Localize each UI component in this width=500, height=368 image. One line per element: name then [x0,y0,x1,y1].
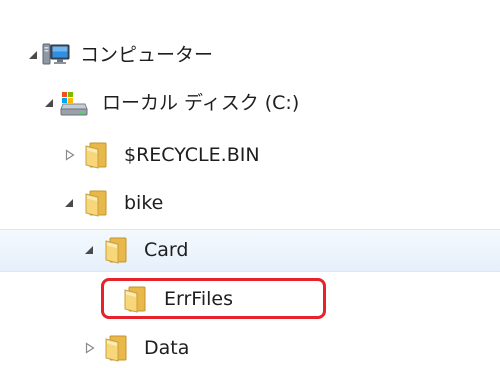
expand-arrow-icon[interactable] [64,149,76,161]
folder-icon [102,236,130,264]
folder-icon [82,189,110,217]
tree-item-label: Data [144,337,190,359]
collapse-arrow-icon[interactable] [28,49,40,61]
tree-item-label: Card [144,239,189,261]
expand-arrow-icon[interactable] [84,342,96,354]
drive-icon [60,89,88,117]
tree-item-data[interactable]: Data [0,328,500,368]
tree-item-errfiles[interactable]: ErrFiles [0,279,500,319]
tree-item-computer[interactable]: コンピューター [0,35,500,75]
tree-item-label: $RECYCLE.BIN [124,144,260,166]
folder-icon [82,141,110,169]
tree-item-label: bike [124,192,164,214]
folder-icon [102,334,130,362]
tree-item-label: ローカル ディスク (C:) [102,92,300,114]
tree-item-label: ErrFiles [164,288,233,310]
collapse-arrow-icon[interactable] [64,197,76,209]
tree-item-card[interactable]: Card [0,229,500,272]
tree-item-bike[interactable]: bike [0,183,500,223]
computer-icon [42,41,70,69]
collapse-arrow-icon[interactable] [84,244,96,256]
folder-tree: コンピューター ローカル ディスク (C:) $RECYCLE.BIN bike… [0,0,500,362]
collapse-arrow-icon[interactable] [44,97,56,109]
folder-icon [121,285,149,313]
tree-item-label: コンピューター [80,44,214,66]
tree-item-local-disk[interactable]: ローカル ディスク (C:) [0,83,500,123]
tree-item-recycle-bin[interactable]: $RECYCLE.BIN [0,135,500,175]
